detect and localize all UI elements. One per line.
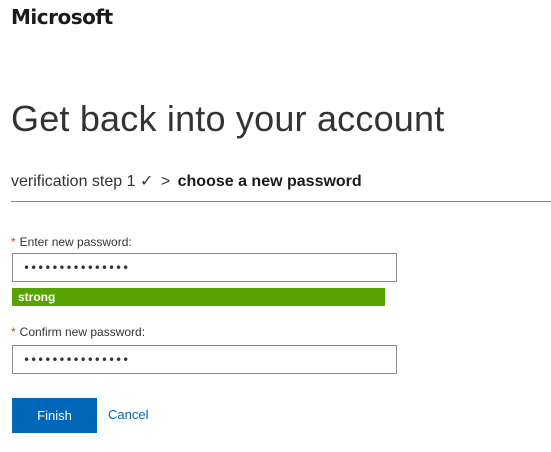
microsoft-logo: Microsoft <box>11 5 113 29</box>
password-strength-indicator: strong <box>12 288 385 306</box>
new-password-input[interactable] <box>12 253 397 282</box>
confirm-password-label: * Confirm new password: <box>11 325 145 339</box>
confirm-password-label-text: Confirm new password: <box>19 325 146 339</box>
new-password-label: * Enter new password: <box>11 235 132 249</box>
breadcrumb-separator: > <box>160 173 171 190</box>
finish-button[interactable]: Finish <box>12 398 97 433</box>
page-title: Get back into your account <box>11 98 445 139</box>
breadcrumb: verification step 1 ✓ > choose a new pas… <box>11 171 362 191</box>
page: Microsoft Get back into your account ver… <box>0 0 551 452</box>
divider <box>11 201 551 202</box>
cancel-link[interactable]: Cancel <box>108 407 148 422</box>
checkmark-icon: ✓ <box>139 173 154 190</box>
breadcrumb-current-step: choose a new password <box>177 173 362 190</box>
breadcrumb-step-verification: verification step 1 <box>11 173 136 190</box>
required-marker: * <box>11 235 16 249</box>
required-marker: * <box>11 325 16 339</box>
new-password-label-text: Enter new password: <box>19 235 132 249</box>
confirm-password-input[interactable] <box>12 345 397 374</box>
